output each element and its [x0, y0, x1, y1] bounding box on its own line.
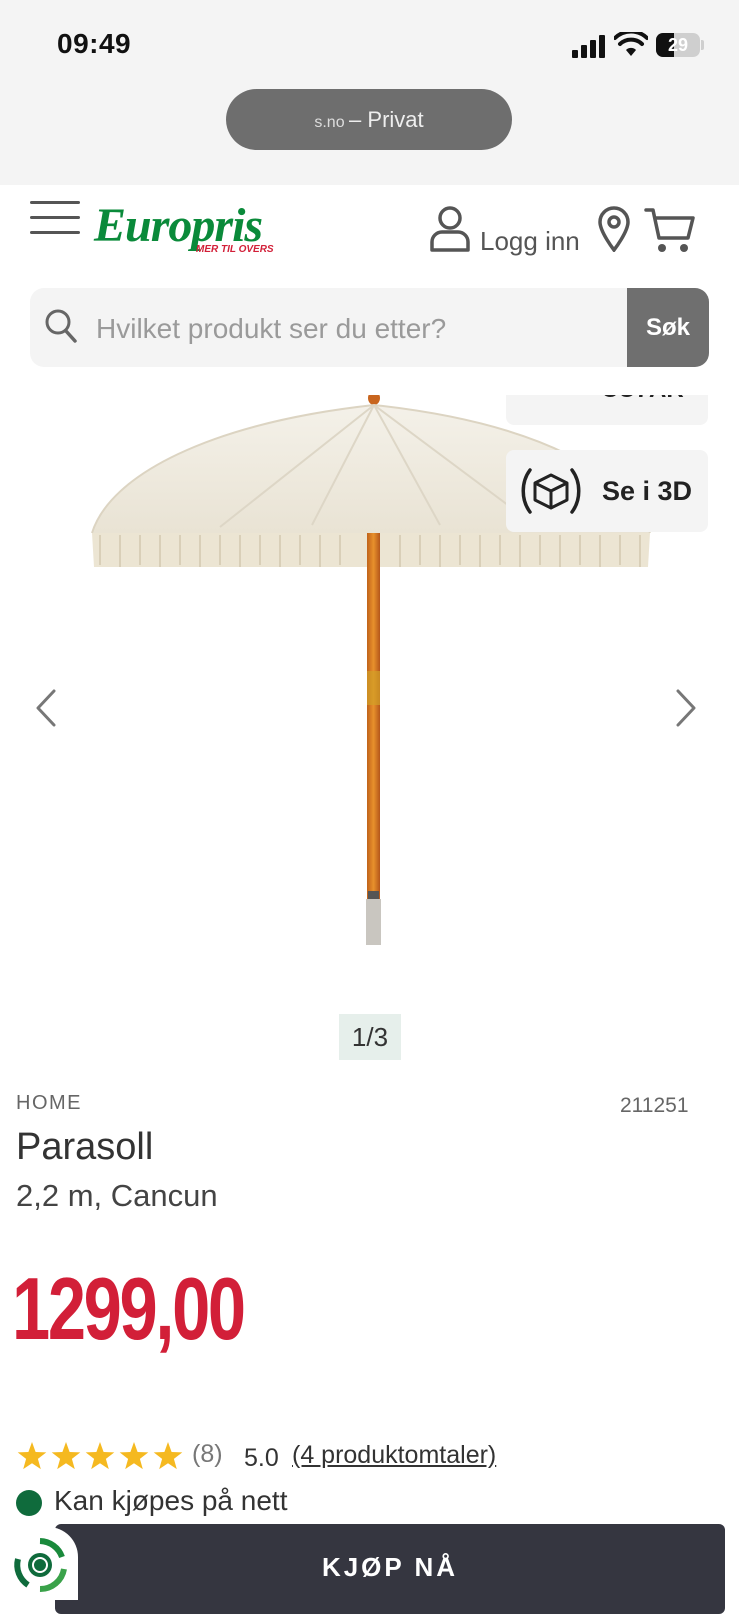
logo-tagline: MER TIL OVERS [196, 244, 274, 255]
status-time: 09:49 [57, 28, 132, 59]
recycle-badge[interactable] [0, 1527, 78, 1600]
battery-level: 29 [667, 35, 689, 55]
view-3d-label: Se i 3D [602, 476, 693, 506]
product-brand[interactable]: HOME [16, 1092, 82, 1115]
rating-stars[interactable] [16, 1441, 186, 1478]
menu-icon[interactable] [30, 201, 80, 241]
product-title: Parasoll [16, 1126, 154, 1168]
cube-3d-icon [521, 468, 581, 514]
cart-icon[interactable] [644, 206, 696, 254]
battery-icon: 29 [656, 33, 700, 57]
search-bar: Søk [30, 288, 709, 367]
product-sku: 211251 [620, 1094, 689, 1117]
product-subtitle: 2,2 m, Cancun [16, 1178, 218, 1213]
chevron-right-icon[interactable] [674, 688, 698, 728]
view-3d-button[interactable]: Se i 3D [506, 450, 708, 532]
buy-now-button[interactable]: KJØP NÅ [55, 1524, 725, 1614]
chip-partial-label: CU7AR [601, 395, 684, 404]
browser-mode: – Privat [349, 107, 424, 132]
user-icon[interactable] [429, 206, 471, 252]
availability-dot [16, 1490, 42, 1516]
search-input[interactable] [94, 288, 648, 367]
star-icon [85, 1442, 115, 1470]
image-counter: 1/3 [339, 1014, 401, 1060]
europris-logo[interactable]: Europris MER TIL OVERS [94, 198, 274, 255]
star-icon [51, 1442, 81, 1470]
star-icon [17, 1442, 47, 1470]
chip-partial[interactable]: CU7AR [506, 395, 708, 425]
chevron-left-icon[interactable] [34, 688, 58, 728]
star-icon [153, 1442, 183, 1470]
url-pill[interactable]: s.no – Privat [226, 89, 512, 150]
recycle-icon [14, 1538, 67, 1593]
battery-nub [701, 40, 704, 50]
cellular-signal-icon [572, 35, 605, 58]
rating-score: 5.0 [244, 1444, 279, 1472]
login-link[interactable]: Logg inn [480, 226, 580, 257]
star-icon [119, 1442, 149, 1470]
url-domain: s.no [314, 114, 345, 131]
search-icon [45, 309, 77, 343]
product-gallery[interactable]: CU7AR Se i 3D [0, 395, 739, 1015]
search-button[interactable]: Søk [627, 288, 709, 367]
product-price: 1299,00 [12, 1259, 246, 1358]
store-locator-icon[interactable] [597, 206, 631, 252]
wifi-icon [614, 32, 648, 56]
reviews-link[interactable]: (4 produktomtaler) [292, 1441, 496, 1470]
availability-text: Kan kjøpes på nett [54, 1485, 288, 1516]
rating-count: (8) [192, 1440, 223, 1468]
